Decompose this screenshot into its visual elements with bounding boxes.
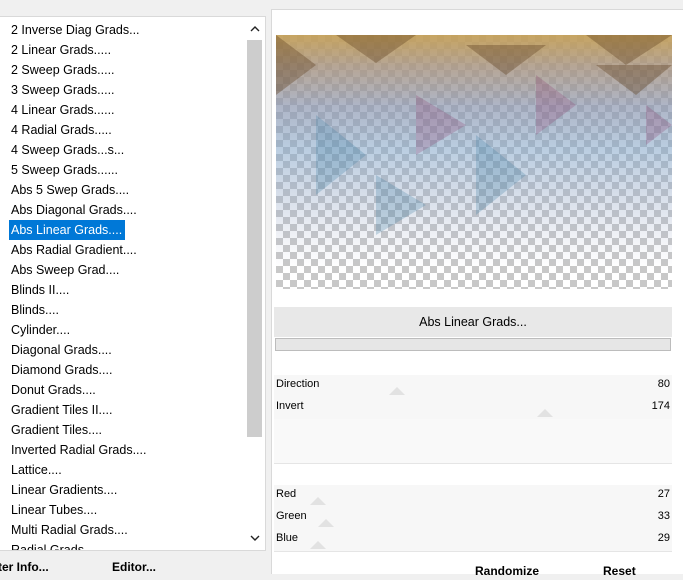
progress-bar: [275, 338, 671, 351]
list-item-label: Radial Grads....: [11, 543, 98, 551]
list-item-label: Diamond Grads....: [11, 363, 113, 377]
list-item[interactable]: Multi Radial Grads....: [0, 520, 245, 540]
filter-list-scrollbar[interactable]: [245, 17, 264, 550]
list-item[interactable]: Linear Gradients....: [0, 480, 245, 500]
list-item[interactable]: 5 Sweep Grads......: [0, 160, 245, 180]
list-item-label: Donut Grads....: [11, 383, 96, 397]
list-item[interactable]: Abs 5 Swep Grads....: [0, 180, 245, 200]
list-item-label: 4 Radial Grads.....: [11, 123, 112, 137]
slider-green[interactable]: Green 33: [274, 507, 672, 530]
slider-invert[interactable]: Invert 174: [274, 397, 672, 420]
slider-label: Invert: [276, 400, 304, 412]
slider-value: 80: [657, 378, 670, 390]
list-item[interactable]: Cylinder....: [0, 320, 245, 340]
list-item[interactable]: Donut Grads....: [0, 380, 245, 400]
randomize-button[interactable]: Randomize: [475, 562, 539, 580]
slider-thumb[interactable]: [317, 519, 334, 527]
list-item[interactable]: Diagonal Grads....: [0, 340, 245, 360]
slider-value: 29: [657, 532, 670, 544]
list-item-label: Linear Tubes....: [11, 503, 98, 517]
slider-thumb[interactable]: [309, 541, 326, 549]
scroll-thumb[interactable]: [247, 40, 262, 437]
list-item-label: Blinds II....: [11, 283, 70, 297]
list-item-label: 5 Sweep Grads......: [11, 163, 118, 177]
list-item-label: 4 Sweep Grads...s...: [11, 143, 125, 157]
list-item-label: 3 Sweep Grads.....: [11, 83, 115, 97]
list-item-label: Abs Radial Gradient....: [11, 243, 137, 257]
list-item[interactable]: 4 Radial Grads.....: [0, 120, 245, 140]
reset-button[interactable]: Reset: [603, 562, 636, 580]
scroll-up-button[interactable]: [245, 19, 264, 39]
slider-value: 33: [657, 510, 670, 522]
filter-list-items: 2 Inverse Diag Grads... 2 Linear Grads...…: [0, 20, 245, 551]
chevron-up-icon: [250, 26, 259, 32]
list-item[interactable]: Inverted Radial Grads....: [0, 440, 245, 460]
list-item[interactable]: 4 Linear Grads......: [0, 100, 245, 120]
list-item[interactable]: 2 Inverse Diag Grads...: [0, 20, 245, 40]
list-item[interactable]: 2 Sweep Grads.....: [0, 60, 245, 80]
list-item-label: 2 Linear Grads.....: [11, 43, 112, 57]
slider-thumb[interactable]: [309, 497, 326, 505]
slider-empty[interactable]: [274, 419, 672, 442]
slider-direction[interactable]: Direction 80: [274, 375, 672, 398]
list-item[interactable]: Abs Radial Gradient....: [0, 240, 245, 260]
list-item-label: Abs 5 Swep Grads....: [11, 183, 130, 197]
list-item[interactable]: Diamond Grads....: [0, 360, 245, 380]
list-item[interactable]: Lattice....: [0, 460, 245, 480]
scroll-down-button[interactable]: [245, 528, 264, 548]
list-item[interactable]: 3 Sweep Grads.....: [0, 80, 245, 100]
list-item[interactable]: Radial Grads....: [0, 540, 245, 551]
list-item-label: Inverted Radial Grads....: [11, 443, 147, 457]
slider-empty[interactable]: [274, 441, 672, 464]
list-item-label: Cylinder....: [11, 323, 71, 337]
list-item-label: 2 Sweep Grads.....: [11, 63, 115, 77]
list-item-label: Diagonal Grads....: [11, 343, 112, 357]
list-item-label: Abs Sweep Grad....: [11, 263, 120, 277]
slider-value: 27: [657, 488, 670, 500]
list-item[interactable]: Gradient Tiles II....: [0, 400, 245, 420]
list-item[interactable]: Abs Sweep Grad....: [0, 260, 245, 280]
list-item-label: Gradient Tiles....: [11, 423, 103, 437]
list-item[interactable]: Abs Diagonal Grads....: [0, 200, 245, 220]
list-item-label: Lattice....: [11, 463, 62, 477]
list-item-label: Multi Radial Grads....: [11, 523, 128, 537]
list-item[interactable]: Linear Tubes....: [0, 500, 245, 520]
list-item[interactable]: Blinds II....: [0, 280, 245, 300]
list-item[interactable]: 4 Sweep Grads...s...: [0, 140, 245, 160]
list-item-label: Gradient Tiles II....: [11, 403, 113, 417]
filter-info-button[interactable]: ter Info...: [0, 558, 49, 576]
slider-label: Green: [276, 510, 307, 522]
list-item-label: 2 Inverse Diag Grads...: [11, 23, 140, 37]
slider-value: 174: [651, 400, 670, 412]
slider-thumb[interactable]: [389, 387, 406, 395]
list-item-label: Blinds....: [11, 303, 59, 317]
slider-thumb[interactable]: [536, 409, 553, 417]
chevron-down-icon: [250, 535, 259, 541]
list-item[interactable]: Blinds....: [0, 300, 245, 320]
list-item[interactable]: Gradient Tiles....: [0, 420, 245, 440]
slider-blue[interactable]: Blue 29: [274, 529, 672, 552]
preview-image: [276, 35, 672, 289]
slider-label: Red: [276, 488, 297, 500]
filter-list[interactable]: 2 Inverse Diag Grads... 2 Linear Grads...…: [0, 16, 266, 551]
slider-label: Blue: [276, 532, 299, 544]
list-item-label: 4 Linear Grads......: [11, 103, 115, 117]
slider-red[interactable]: Red 27: [274, 485, 672, 508]
list-item-label: Abs Diagonal Grads....: [11, 203, 137, 217]
preview-pattern: [276, 35, 672, 235]
filter-name-bar: Abs Linear Grads...: [274, 307, 672, 337]
slider-label: Direction: [276, 378, 320, 390]
list-item[interactable]: Abs Linear Grads....: [0, 220, 245, 240]
list-item-label: Abs Linear Grads....: [9, 220, 126, 240]
settings-panel: Abs Linear Grads... Direction 80 Invert 174…: [271, 9, 683, 578]
list-item-label: Linear Gradients....: [11, 483, 118, 497]
editor-button[interactable]: Editor...: [112, 558, 156, 576]
list-item[interactable]: 2 Linear Grads.....: [0, 40, 245, 60]
